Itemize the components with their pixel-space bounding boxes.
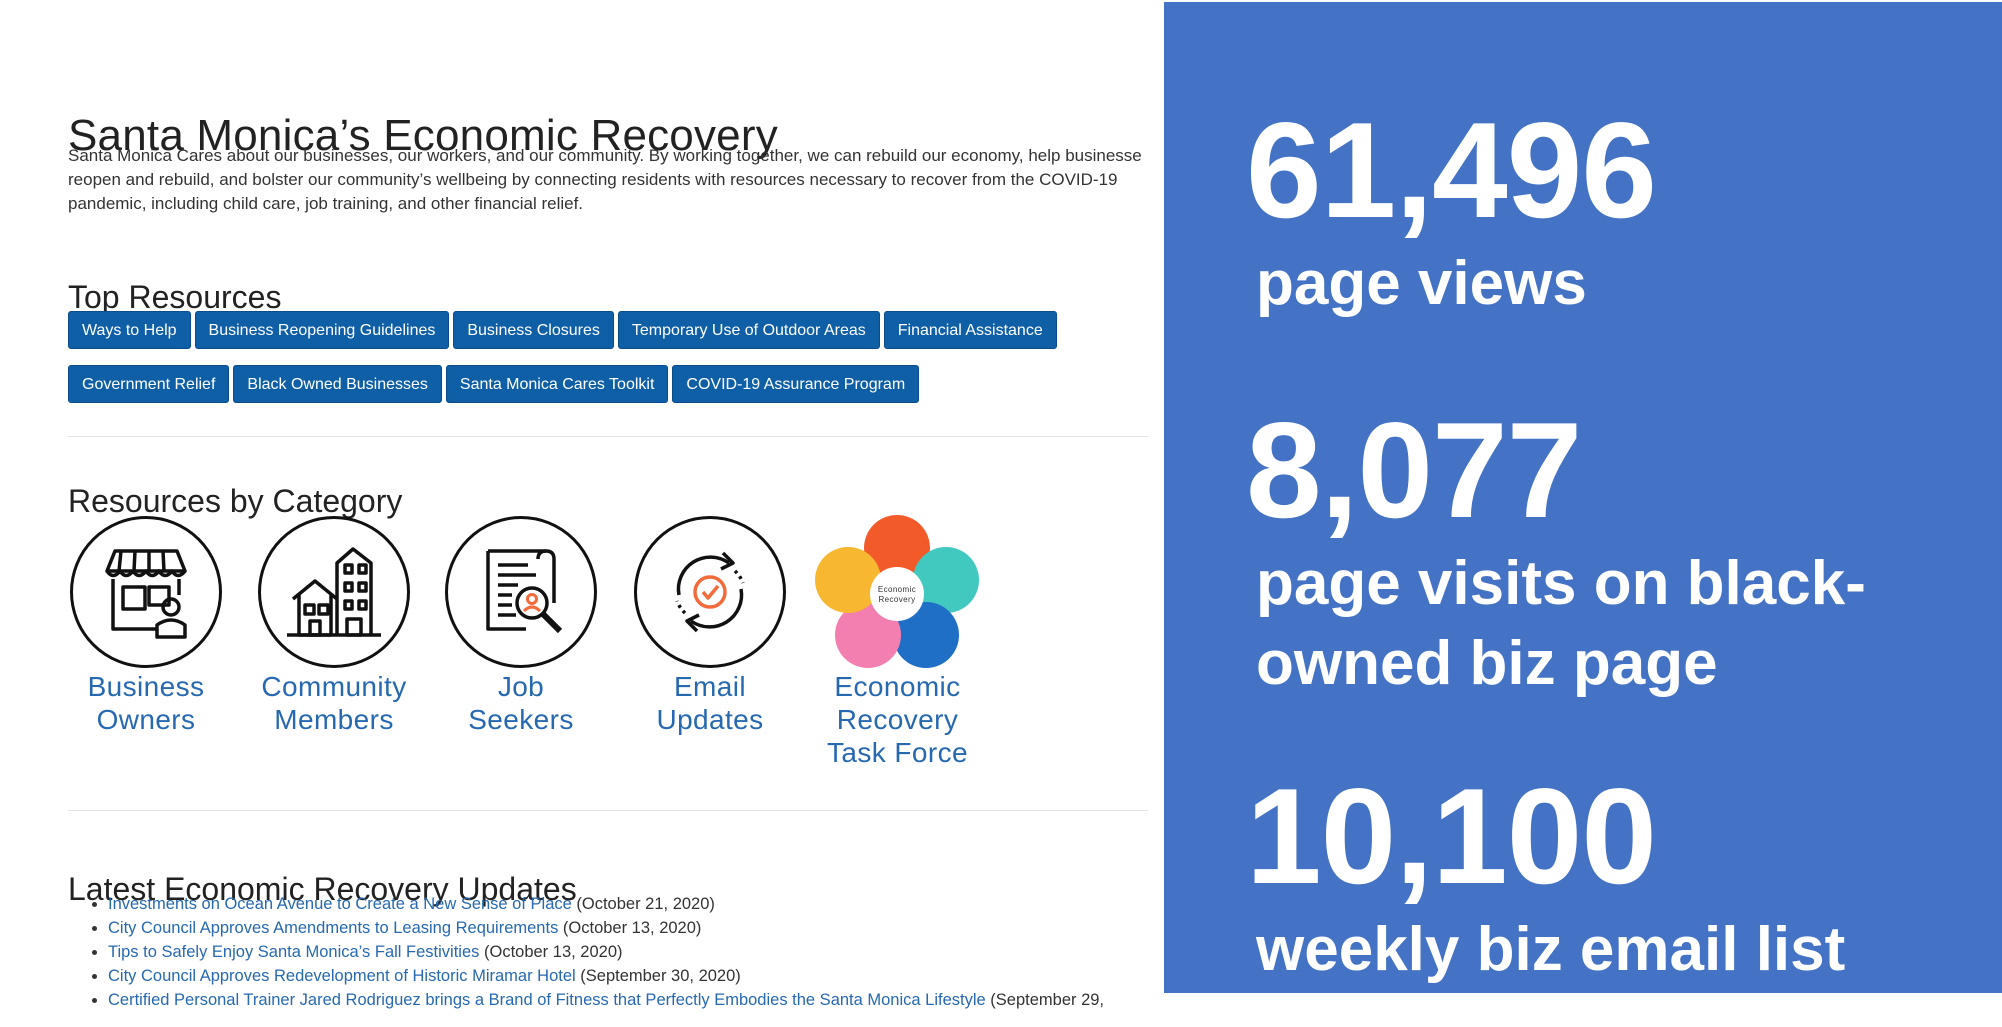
resources-by-category-heading: Resources by Category bbox=[68, 482, 403, 519]
resource-button-santa-monica-cares-toolkit[interactable]: Santa Monica Cares Toolkit bbox=[445, 365, 669, 403]
list-item: City Council Approves Amendments to Leas… bbox=[108, 916, 1104, 940]
category-label: Email Updates bbox=[656, 671, 764, 735]
top-resources-row-1: Ways to Help Business Reopening Guidelin… bbox=[68, 311, 1057, 349]
storefront-icon bbox=[70, 516, 222, 668]
category-community-members[interactable]: Community Members bbox=[254, 516, 414, 736]
buildings-icon bbox=[258, 516, 410, 668]
top-resources-heading: Top Resources bbox=[68, 278, 282, 315]
resource-button-ways-to-help[interactable]: Ways to Help bbox=[68, 311, 191, 349]
list-item: Tips to Safely Enjoy Santa Monica’s Fall… bbox=[108, 940, 1104, 964]
task-force-diagram-icon: Economic Recovery bbox=[815, 514, 980, 670]
website-screenshot-panel: Santa Monica’s Economic Recovery Santa M… bbox=[0, 0, 1160, 1027]
update-link[interactable]: City Council Approves Amendments to Leas… bbox=[108, 919, 558, 937]
update-link[interactable]: Certified Personal Trainer Jared Rodrigu… bbox=[108, 991, 986, 1009]
update-link[interactable]: Investments on Ocean Avenue to Create a … bbox=[108, 895, 572, 913]
section-divider bbox=[68, 436, 1148, 437]
update-date: (September 29, bbox=[985, 991, 1105, 1009]
update-date: (October 21, 2020) bbox=[571, 895, 715, 913]
task-force-center-text-2: Recovery bbox=[879, 595, 916, 604]
update-date: (September 30, 2020) bbox=[575, 967, 741, 985]
list-item: City Council Approves Redevelopment of H… bbox=[108, 964, 1104, 988]
category-economic-recovery-task-force[interactable]: Economic Recovery Economic Recovery Task… bbox=[815, 514, 980, 769]
stat-page-views-number: 61,496 bbox=[1246, 94, 1657, 246]
stat-black-owned-visits-label-line-2: owned biz page bbox=[1256, 629, 1718, 698]
stat-black-owned-visits-label-line-1: page visits on black- bbox=[1256, 549, 1866, 618]
resource-button-black-owned-businesses[interactable]: Black Owned Businesses bbox=[233, 365, 442, 403]
stats-panel: 61,496 page views 8,077 page visits on b… bbox=[1164, 2, 2002, 993]
category-job-seekers[interactable]: Job Seekers bbox=[441, 516, 601, 736]
stat-email-list-label: weekly biz email list bbox=[1256, 915, 1846, 984]
intro-line: reopen and rebuild, and bolster our comm… bbox=[68, 170, 1118, 189]
stat-page-views-label: page views bbox=[1256, 249, 1587, 318]
intro-line: Santa Monica Cares about our businesses,… bbox=[68, 146, 1142, 165]
resource-button-government-relief[interactable]: Government Relief bbox=[68, 365, 230, 403]
refresh-check-icon bbox=[634, 516, 786, 668]
category-label: Job Seekers bbox=[468, 671, 574, 735]
stat-black-owned-visits-number: 8,077 bbox=[1246, 394, 1582, 546]
update-link[interactable]: City Council Approves Redevelopment of H… bbox=[108, 967, 576, 985]
list-item: Certified Personal Trainer Jared Rodrigu… bbox=[108, 988, 1104, 1012]
section-divider bbox=[68, 810, 1148, 811]
top-resources-row-2: Government Relief Black Owned Businesses… bbox=[68, 365, 920, 403]
update-date: (October 13, 2020) bbox=[558, 919, 702, 937]
resource-button-financial-assistance[interactable]: Financial Assistance bbox=[883, 311, 1057, 349]
category-label: Community Members bbox=[261, 671, 407, 735]
category-label: Business Owners bbox=[87, 671, 205, 735]
intro-paragraph: Santa Monica Cares about our businesses,… bbox=[68, 144, 1160, 216]
stat-email-list-number: 10,100 bbox=[1246, 760, 1657, 912]
intro-line: pandemic, including child care, job trai… bbox=[68, 194, 584, 213]
category-business-owners[interactable]: Business Owners bbox=[66, 516, 226, 736]
update-link[interactable]: Tips to Safely Enjoy Santa Monica’s Fall… bbox=[108, 943, 479, 961]
resource-button-covid-19-assurance-program[interactable]: COVID-19 Assurance Program bbox=[672, 365, 920, 403]
category-label: Economic Recovery Task Force bbox=[827, 671, 968, 768]
task-force-center-text-1: Economic bbox=[878, 585, 916, 594]
resource-button-business-reopening-guidelines[interactable]: Business Reopening Guidelines bbox=[194, 311, 450, 349]
updates-list: Investments on Ocean Avenue to Create a … bbox=[108, 892, 1104, 1012]
list-item: Investments on Ocean Avenue to Create a … bbox=[108, 892, 1104, 916]
update-date: (October 13, 2020) bbox=[479, 943, 623, 961]
resource-button-temporary-use-of-outdoor-areas[interactable]: Temporary Use of Outdoor Areas bbox=[617, 311, 880, 349]
category-email-updates[interactable]: Email Updates bbox=[630, 516, 790, 736]
resource-button-business-closures[interactable]: Business Closures bbox=[453, 311, 614, 349]
resume-search-icon bbox=[445, 516, 597, 668]
